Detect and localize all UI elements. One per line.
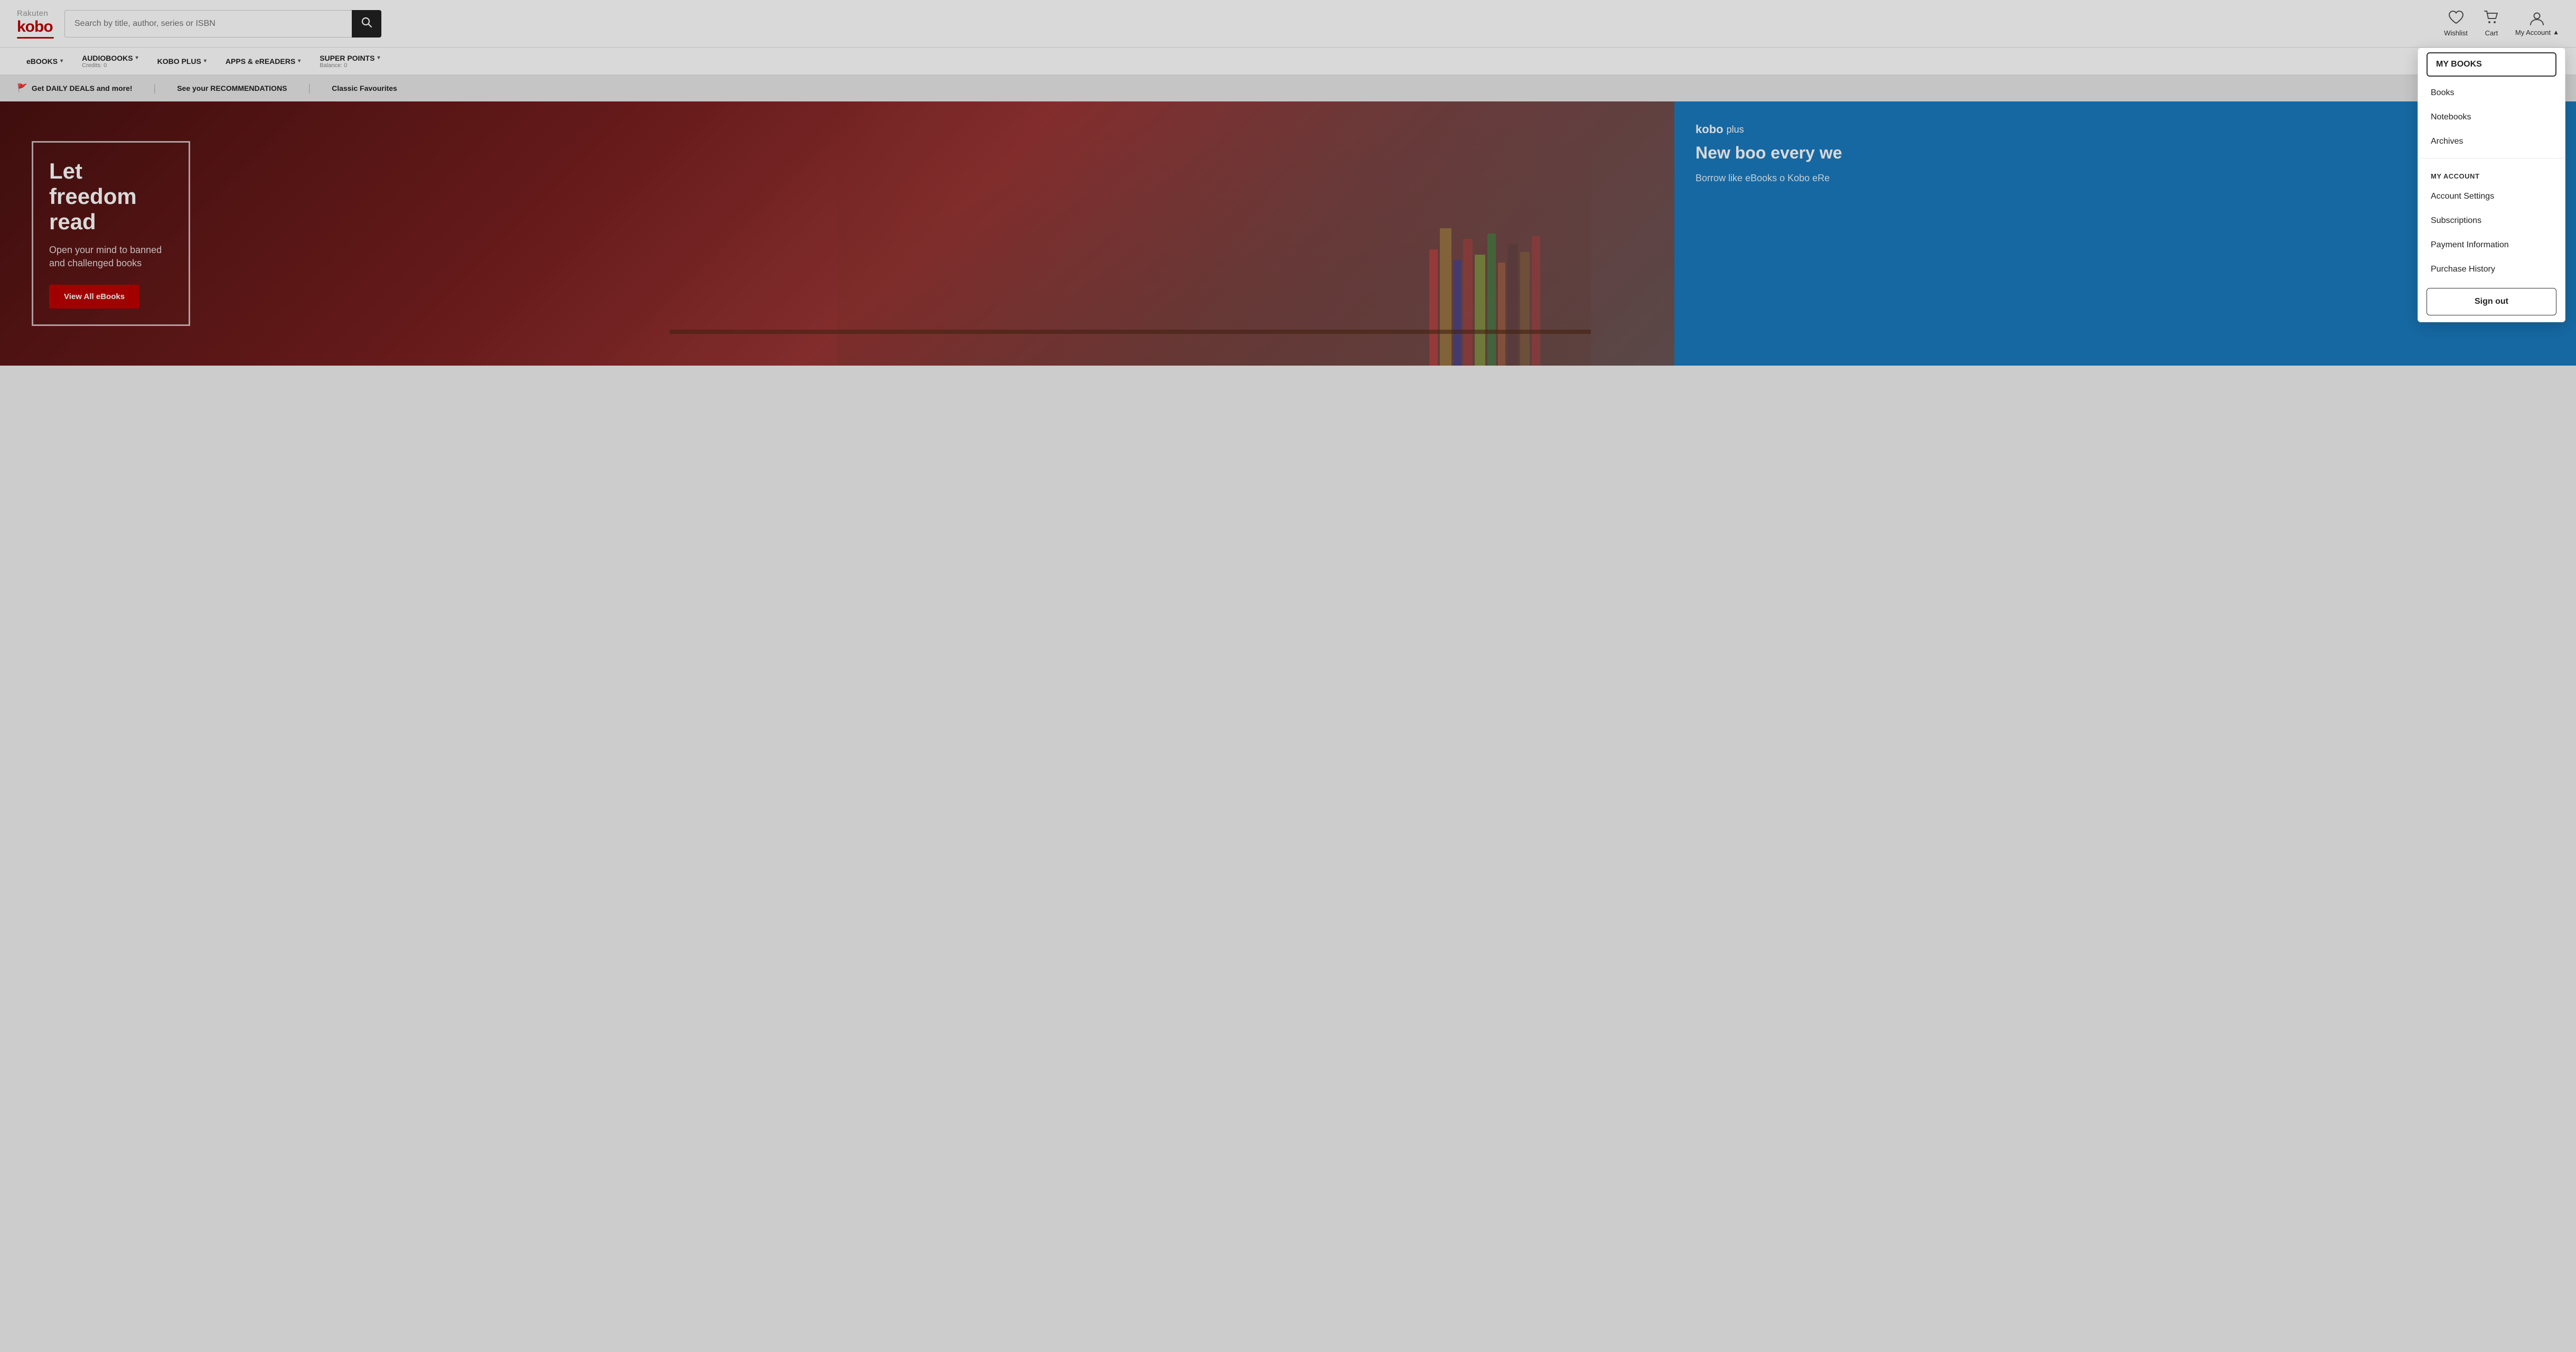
dropdown-subscriptions-label: Subscriptions bbox=[2431, 216, 2481, 226]
header: Rakuten kobo Wishlist bbox=[0, 0, 2576, 48]
dropdown-archives[interactable]: Archives bbox=[2418, 129, 2565, 154]
hero-subtitle: Open your mind to banned and challenged … bbox=[49, 244, 173, 270]
dropdown-books[interactable]: Books bbox=[2418, 81, 2565, 105]
search-button[interactable] bbox=[352, 10, 381, 38]
logo-text: Rakuten kobo bbox=[17, 9, 54, 36]
dropdown-archives-label: Archives bbox=[2431, 137, 2463, 146]
promo-classics-text: Classic Favourites bbox=[332, 84, 397, 92]
my-account-dropdown: MY BOOKS Books Notebooks Archives MY ACC… bbox=[2418, 48, 2565, 322]
dropdown-purchase-history[interactable]: Purchase History bbox=[2418, 257, 2565, 282]
dropdown-notebooks[interactable]: Notebooks bbox=[2418, 105, 2565, 129]
hero-frame: Let freedom read Open your mind to banne… bbox=[32, 141, 190, 326]
main-content: Let freedom read Open your mind to banne… bbox=[0, 101, 2576, 366]
dropdown-my-books[interactable]: MY BOOKS bbox=[2427, 52, 2556, 77]
nav-chevron-koboplus: ▾ bbox=[204, 58, 207, 64]
promo-recommendations-text: See your RECOMMENDATIONS bbox=[177, 84, 287, 92]
flag-icon: 🚩 bbox=[17, 83, 27, 94]
nav-sub-audiobooks: Credits: 0 bbox=[82, 62, 107, 69]
chevron-down-icon: ▲ bbox=[2553, 29, 2559, 36]
promo-bar: 🚩 Get DAILY DEALS and more! | See your R… bbox=[0, 75, 2576, 101]
nav-item-koboplus[interactable]: KOBO PLUS ▾ bbox=[148, 48, 216, 75]
logo[interactable]: Rakuten kobo bbox=[17, 9, 54, 39]
promo-deals-text: Get DAILY DEALS and more! bbox=[32, 84, 133, 92]
view-all-ebooks-button[interactable]: View All eBooks bbox=[49, 285, 139, 309]
nav-item-audiobooks[interactable]: AUDIOBOOKS ▾ Credits: 0 bbox=[72, 48, 147, 75]
dropdown-subscriptions[interactable]: Subscriptions bbox=[2418, 209, 2565, 233]
nav-chevron-superpoints: ▾ bbox=[377, 55, 380, 61]
nav-item-apps[interactable]: APPS & eREADERS ▾ bbox=[216, 48, 310, 75]
promo-classics[interactable]: Classic Favourites bbox=[332, 84, 397, 92]
dropdown-payment-info[interactable]: Payment Information bbox=[2418, 233, 2565, 257]
heart-icon bbox=[2448, 10, 2464, 27]
nav-sub-superpoints: Balance: 0 bbox=[320, 62, 347, 69]
wishlist-label: Wishlist bbox=[2444, 29, 2468, 37]
hero-content: Let freedom read Open your mind to banne… bbox=[0, 109, 222, 358]
search-input[interactable] bbox=[64, 10, 352, 38]
nav-label-ebooks: eBOOKS ▾ bbox=[26, 57, 63, 66]
promo-deals[interactable]: 🚩 Get DAILY DEALS and more! bbox=[17, 83, 133, 94]
dropdown-my-account-header: MY ACCOUNT bbox=[2418, 163, 2565, 184]
hero-background bbox=[0, 101, 1674, 366]
dropdown-sign-out[interactable]: Sign out bbox=[2427, 288, 2556, 315]
my-account-label-row: My Account ▲ bbox=[2515, 29, 2559, 36]
hero-title: Let freedom read bbox=[49, 158, 173, 235]
dropdown-account-settings[interactable]: Account Settings bbox=[2418, 184, 2565, 209]
promo-recommendations[interactable]: See your RECOMMENDATIONS bbox=[177, 84, 287, 92]
kobo-word: kobo bbox=[1696, 123, 1723, 136]
dropdown-my-books-label: MY BOOKS bbox=[2436, 60, 2482, 69]
nav-label-superpoints: SUPER POINTS ▾ bbox=[320, 54, 380, 62]
dropdown-account-settings-label: Account Settings bbox=[2431, 192, 2494, 201]
nav-item-ebooks[interactable]: eBOOKS ▾ bbox=[17, 48, 72, 75]
plus-word: plus bbox=[1727, 124, 1744, 135]
user-icon bbox=[2529, 11, 2545, 29]
search-bar bbox=[64, 10, 381, 38]
dropdown-purchase-history-label: Purchase History bbox=[2431, 265, 2495, 274]
my-account-action[interactable]: My Account ▲ bbox=[2515, 11, 2559, 36]
dropdown-books-label: Books bbox=[2431, 88, 2454, 98]
nav-chevron-apps: ▾ bbox=[298, 58, 301, 64]
cart-icon bbox=[2484, 10, 2499, 27]
nav-item-superpoints[interactable]: SUPER POINTS ▾ Balance: 0 bbox=[310, 48, 389, 75]
dropdown-notebooks-label: Notebooks bbox=[2431, 113, 2471, 122]
nav-chevron-ebooks: ▾ bbox=[60, 58, 63, 64]
cart-label: Cart bbox=[2485, 29, 2498, 37]
header-actions: Wishlist Cart My Account ▲ bbox=[2444, 10, 2559, 37]
promo-divider-2: | bbox=[308, 83, 311, 94]
nav-label-koboplus: KOBO PLUS ▾ bbox=[157, 57, 207, 66]
search-icon bbox=[361, 16, 372, 31]
hero-section: Let freedom read Open your mind to banne… bbox=[0, 101, 1674, 366]
dropdown-sign-out-label: Sign out bbox=[2475, 297, 2508, 306]
nav-bar: eBOOKS ▾ AUDIOBOOKS ▾ Credits: 0 KOBO PL… bbox=[0, 48, 2576, 75]
nav-label-apps: APPS & eREADERS ▾ bbox=[226, 57, 301, 66]
nav-chevron-audiobooks: ▾ bbox=[136, 55, 138, 61]
promo-divider-1: | bbox=[154, 83, 156, 94]
my-account-label: My Account bbox=[2515, 29, 2551, 36]
cart-action[interactable]: Cart bbox=[2484, 10, 2499, 37]
dropdown-payment-info-label: Payment Information bbox=[2431, 240, 2509, 250]
wishlist-action[interactable]: Wishlist bbox=[2444, 10, 2468, 37]
nav-label-audiobooks: AUDIOBOOKS ▾ bbox=[82, 54, 138, 62]
